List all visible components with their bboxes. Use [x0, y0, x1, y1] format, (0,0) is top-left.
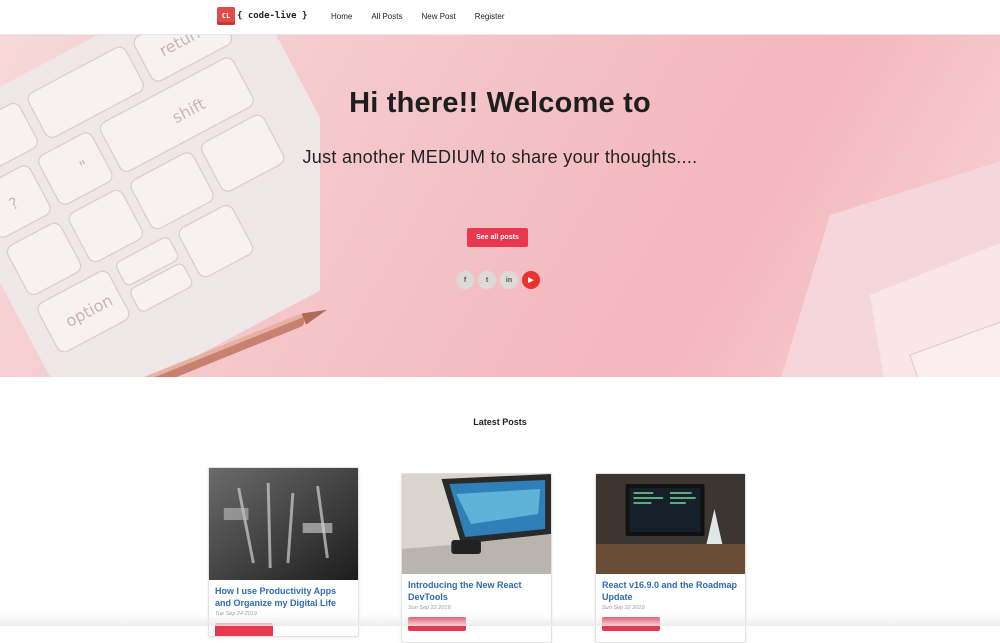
nav-link-register[interactable]: Register: [475, 12, 505, 21]
nav-link-new-post[interactable]: New Post: [421, 12, 455, 21]
notebook-image: [781, 161, 1000, 377]
twitter-icon[interactable]: t: [478, 271, 496, 289]
latest-posts-heading: Latest Posts: [473, 417, 527, 427]
linkedin-icon[interactable]: in: [500, 271, 518, 289]
post-cards: How I use Productivity Apps and Organize…: [208, 467, 768, 643]
social-links: f t in ▶: [456, 271, 540, 289]
post-title[interactable]: Introducing the New React DevTools: [402, 574, 551, 603]
post-thumbnail: [596, 474, 745, 574]
hero-subtitle: Just another MEDIUM to share your though…: [302, 147, 698, 167]
post-title[interactable]: How I use Productivity Apps and Organize…: [209, 580, 358, 609]
hero-title: Hi there!! Welcome to: [349, 87, 651, 119]
post-thumbnail: [209, 468, 358, 580]
post-thumbnail: [402, 474, 551, 574]
hero-banner: return shift option ? " Hi there!! Welco…: [0, 35, 1000, 377]
nav-links: Home All Posts New Post Register: [331, 12, 524, 21]
navbar: CL { code-live } Home All Posts New Post…: [0, 0, 1000, 35]
nav-link-all-posts[interactable]: All Posts: [371, 12, 402, 21]
pen-image: [125, 309, 327, 377]
post-date: Sun Sep 22 2019: [408, 605, 451, 611]
youtube-icon[interactable]: ▶: [522, 271, 540, 289]
scroll-fade: [0, 614, 1000, 626]
logo-badge: CL: [217, 7, 235, 25]
facebook-icon[interactable]: f: [456, 271, 474, 289]
post-title[interactable]: React v16.9.0 and the Roadmap Update: [596, 574, 745, 603]
post-date: Sun Sep 22 2019: [602, 605, 645, 611]
brand-logo[interactable]: CL { code-live }: [217, 7, 307, 25]
logo-text: { code-live }: [237, 11, 308, 21]
post-card[interactable]: How I use Productivity Apps and Organize…: [208, 467, 359, 637]
nav-link-home[interactable]: Home: [331, 12, 352, 21]
see-all-posts-button[interactable]: See all posts: [467, 228, 528, 247]
